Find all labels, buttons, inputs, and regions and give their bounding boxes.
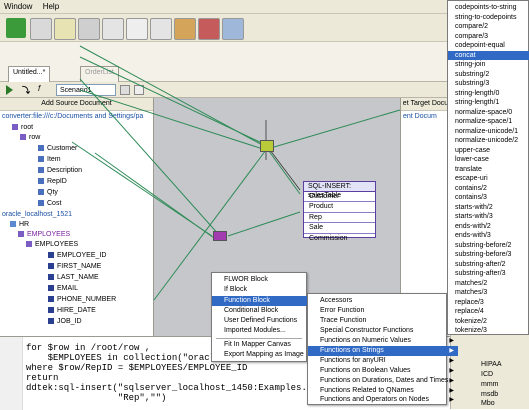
link-item	[79, 56, 267, 146]
link-employee-id	[94, 152, 215, 239]
code-line: "Rep","")	[26, 393, 167, 403]
function-item[interactable]: substring-after/2	[448, 260, 529, 270]
code-line: for $row in /root/row ,	[26, 343, 151, 353]
concat-node-icon[interactable]	[260, 140, 274, 152]
submenu-arrow-icon: ▶	[449, 348, 454, 354]
function-item[interactable]: substring-before/2	[448, 241, 529, 251]
connector-sql	[269, 149, 301, 191]
function-item[interactable]: codepoint-equal	[448, 41, 529, 51]
function-block-submenu: Accessors▶ Error Function▶ Trace Functio…	[307, 293, 458, 405]
code-line: $EMPLOYEES in collection("oracl	[26, 353, 216, 363]
function-item[interactable]: lower-case	[448, 155, 529, 165]
menu-item-export-mapping-image[interactable]: Export Mapping as Image	[212, 350, 318, 360]
menu-item-conditional-block[interactable]: Conditional Block▶	[212, 306, 318, 316]
function-item[interactable]: replace/3	[448, 298, 529, 308]
explorer-item[interactable]: ICD	[481, 370, 493, 379]
function-item-selected[interactable]: concat	[448, 50, 529, 60]
link-qty	[79, 89, 267, 151]
link-target	[273, 109, 401, 148]
submenu-item-durations-dates[interactable]: Functions on Durations, Dates and Times ▶	[308, 376, 458, 386]
editor-gutter	[0, 337, 23, 410]
submenu-arrow-icon: ▶	[449, 368, 454, 374]
code-line: return	[26, 373, 59, 383]
sql-field-rep[interactable]: Rep	[304, 213, 375, 224]
function-item[interactable]: string-length/0	[448, 89, 529, 99]
context-menu: FLWOR Block If Block Function Block▶ Con…	[211, 272, 318, 362]
sql-field-product[interactable]: Product	[304, 202, 375, 213]
menu-item-user-defined-functions[interactable]: User Defined Functions▶	[212, 316, 318, 326]
function-item[interactable]: ends-with/2	[448, 222, 529, 232]
function-item[interactable]: normalize-unicode/1	[448, 127, 529, 137]
menu-separator	[216, 338, 302, 339]
submenu-arrow-icon: ▶	[449, 338, 454, 344]
submenu-item-error-function[interactable]: Error Function▶	[308, 306, 458, 316]
explorer-item[interactable]: mmm	[481, 380, 499, 389]
function-item[interactable]: ends-with/3	[448, 231, 529, 241]
link-product	[265, 146, 301, 195]
function-item[interactable]: substring/2	[448, 70, 529, 80]
function-item[interactable]: starts-with/2	[448, 203, 529, 213]
explorer-item[interactable]: HIPAA	[481, 360, 502, 369]
function-item[interactable]: replace/4	[448, 307, 529, 317]
submenu-item-boolean-values[interactable]: Functions on Boolean Values ▶	[308, 366, 458, 376]
submenu-item-special-constructor[interactable]: Special Constructor Functions▶	[308, 326, 458, 336]
submenu-arrow-icon: ▶	[449, 358, 454, 364]
sql-insert-title: SQL-INSERT: salesTable	[304, 182, 375, 199]
submenu-item-nodes[interactable]: Functions and Operators on Nodes ▶	[308, 395, 458, 405]
target-doc-path[interactable]: ent Docum	[403, 112, 437, 121]
submenu-item-functions-on-strings[interactable]: Functions on Strings ▶	[308, 346, 458, 356]
function-item[interactable]: codepoints-to-string	[448, 3, 529, 13]
menu-item-if-block[interactable]: If Block	[212, 285, 318, 295]
submenu-item-numeric-values[interactable]: Functions on Numeric Values ▶	[308, 336, 458, 346]
function-item[interactable]: normalize-space/0	[448, 108, 529, 118]
function-item[interactable]: matches/3	[448, 288, 529, 298]
sql-insert-node[interactable]: SQL-INSERT: salesTable Customer Product …	[303, 181, 376, 242]
menu-item-flwor-block[interactable]: FLWOR Block	[212, 275, 318, 285]
function-item[interactable]: substring-after/3	[448, 269, 529, 279]
menu-item-fit-in-mapper-canvas[interactable]: Fit In Mapper Canvas	[212, 340, 318, 350]
code-line: where $row/RepID = $EMPLOYEES/EMPLOYEE_I…	[26, 363, 248, 373]
function-item[interactable]: normalize-unicode/2	[448, 136, 529, 146]
function-item[interactable]: tokenize/3	[448, 326, 529, 336]
explorer-item[interactable]: msdb	[481, 390, 498, 399]
code-line: ddtek:sql-insert("sqlserver_localhost_14…	[26, 383, 313, 393]
function-item[interactable]: contains/3	[448, 193, 529, 203]
function-item[interactable]: contains/2	[448, 184, 529, 194]
menu-item-imported-modules[interactable]: Imported Modules...	[212, 326, 318, 336]
submenu-item-accessors[interactable]: Accessors▶	[308, 296, 458, 306]
submenu-item-trace-function[interactable]: Trace Function▶	[308, 316, 458, 326]
target-pane-header[interactable]: et Target Docu	[401, 98, 450, 111]
explorer-item[interactable]: Mbo	[481, 399, 495, 408]
function-item[interactable]: upper-case	[448, 146, 529, 156]
string-functions-list: codepoints-to-string string-to-codepoint…	[447, 0, 529, 335]
function-item[interactable]: matches/2	[448, 279, 529, 289]
function-item[interactable]: string-to-codepoints	[448, 13, 529, 23]
sql-field-commission[interactable]: Commission	[304, 234, 375, 243]
function-item[interactable]: compare/3	[448, 32, 529, 42]
function-item[interactable]: tokenize/2	[448, 317, 529, 327]
function-item[interactable]: starts-with/3	[448, 212, 529, 222]
function-item[interactable]: escape-uri	[448, 174, 529, 184]
function-item[interactable]: string-length/1	[448, 98, 529, 108]
link-rep	[227, 211, 301, 237]
submenu-arrow-icon: ▶	[449, 378, 454, 384]
join-node-icon[interactable]	[213, 231, 227, 241]
function-item[interactable]: compare/2	[448, 22, 529, 32]
submenu-item-anyuri[interactable]: Functions for anyURI ▶	[308, 356, 458, 366]
menu-item-function-block[interactable]: Function Block▶	[212, 296, 318, 306]
function-item[interactable]: translate	[448, 165, 529, 175]
function-item[interactable]: substring/3	[448, 79, 529, 89]
sql-field-sale[interactable]: Sale	[304, 223, 375, 234]
function-item[interactable]: string-join	[448, 60, 529, 70]
function-item[interactable]: substring-before/3	[448, 250, 529, 260]
submenu-arrow-icon: ▶	[449, 397, 454, 403]
function-item[interactable]: normalize-space/1	[448, 117, 529, 127]
